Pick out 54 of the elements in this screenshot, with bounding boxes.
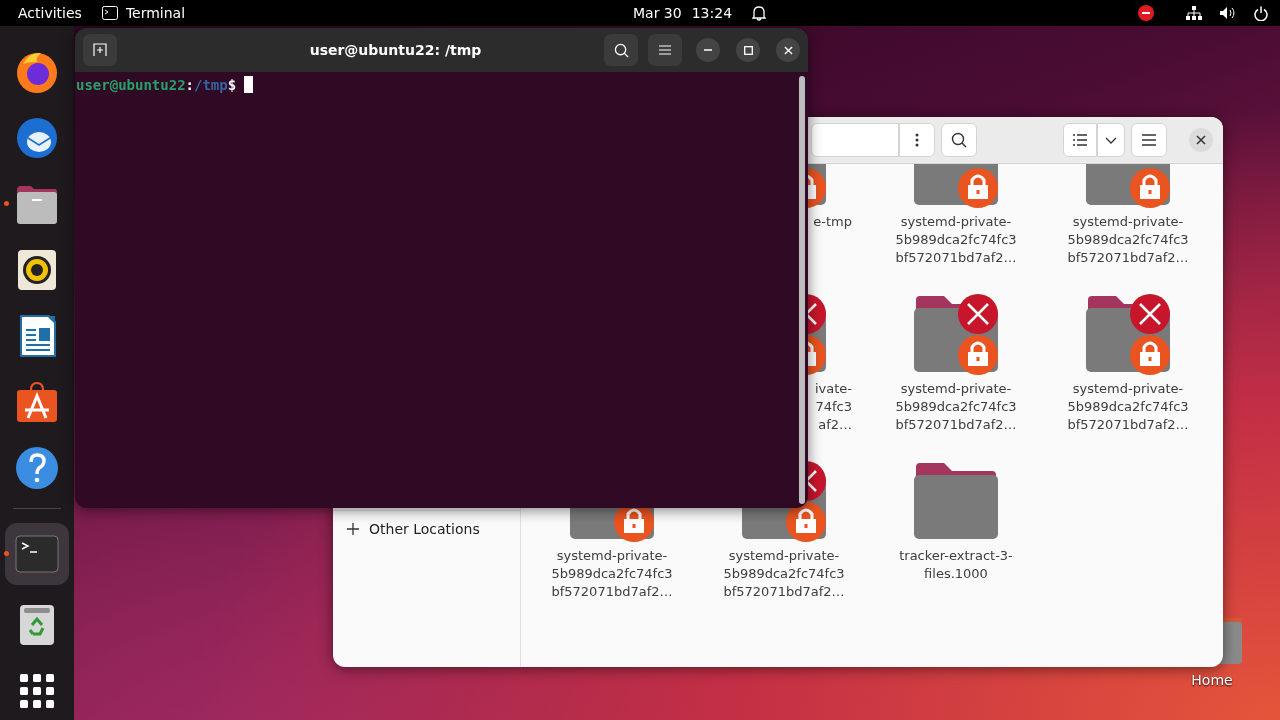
- minimize-button[interactable]: [696, 38, 720, 62]
- menu-icon: [1142, 134, 1156, 146]
- close-button[interactable]: [1189, 128, 1213, 152]
- terminal-icon: [15, 532, 59, 576]
- shell-prompt: user@ubuntu22:/tmp$: [76, 76, 808, 93]
- text-cursor: [244, 76, 254, 93]
- desktop-icon-label[interactable]: Home: [1191, 672, 1233, 688]
- view-list-button[interactable]: [1063, 123, 1097, 157]
- search-button[interactable]: [604, 34, 638, 66]
- close-icon: [1196, 135, 1206, 145]
- clock[interactable]: Mar 30 13:24: [633, 0, 767, 26]
- kebab-icon: [915, 133, 919, 147]
- chevron-down-icon: [1105, 136, 1117, 144]
- search-button[interactable]: [941, 123, 977, 157]
- scrollbar[interactable]: [799, 76, 805, 504]
- activities-button[interactable]: Activities: [18, 5, 82, 21]
- maximize-icon: [743, 45, 753, 55]
- power-icon[interactable]: [1254, 5, 1268, 21]
- file-name[interactable]: systemd-private- 5b989dca2fc74fc3 bf572071bd7af2…: [723, 547, 845, 601]
- app-grid-icon: [20, 674, 54, 708]
- maximize-button[interactable]: [736, 38, 760, 62]
- bell-icon: [752, 5, 767, 21]
- search-icon: [951, 132, 967, 148]
- close-button[interactable]: [776, 38, 800, 62]
- menu-button[interactable]: [1131, 123, 1167, 157]
- file-name[interactable]: tracker-extract-3- files.1000: [899, 547, 1013, 583]
- fox-globe-icon: [15, 50, 59, 94]
- new-tab-button[interactable]: [83, 34, 117, 66]
- menu-icon: [659, 45, 671, 55]
- network-icon[interactable]: [1186, 6, 1202, 20]
- search-icon: [613, 42, 629, 58]
- file-name[interactable]: systemd-private- 5b989dca2fc74fc3 bf572071bd7af2…: [895, 380, 1017, 434]
- minimize-icon: [704, 49, 712, 51]
- bird-mail-icon: [15, 116, 59, 160]
- file-name[interactable]: systemd-private- 5b989dca2fc74fc3 bf572071bd7af2…: [1067, 380, 1189, 434]
- file-name[interactable]: systemd-private- 5b989dca2fc74fc3 bf572071bd7af2…: [895, 213, 1017, 267]
- file-name[interactable]: e-tmp: [813, 213, 870, 231]
- do-not-disturb-icon[interactable]: [1138, 5, 1154, 21]
- list-icon: [1073, 134, 1087, 146]
- app-menu[interactable]: Terminal: [101, 5, 186, 21]
- menu-button[interactable]: [648, 34, 682, 66]
- plus-icon: [347, 523, 359, 535]
- file-name[interactable]: systemd-private- 5b989dca2fc74fc3 bf572071bd7af2…: [1067, 213, 1189, 267]
- volume-icon[interactable]: [1220, 6, 1236, 20]
- sidebar-item[interactable]: Other Locations: [333, 510, 520, 547]
- terminal-icon: [101, 6, 118, 20]
- file-name[interactable]: systemd-private- 5b989dca2fc74fc3 bf572071bd7af2…: [551, 547, 673, 601]
- shopping-bag-icon: [15, 380, 59, 424]
- help-icon: [15, 446, 59, 490]
- speaker-icon: [15, 248, 59, 292]
- close-icon: [783, 45, 793, 55]
- file-name[interactable]: ivate- 74fc3 af2…: [814, 380, 870, 434]
- window-title: user@ubuntu22: /tmp: [308, 42, 483, 58]
- new-tab-icon: [93, 43, 107, 57]
